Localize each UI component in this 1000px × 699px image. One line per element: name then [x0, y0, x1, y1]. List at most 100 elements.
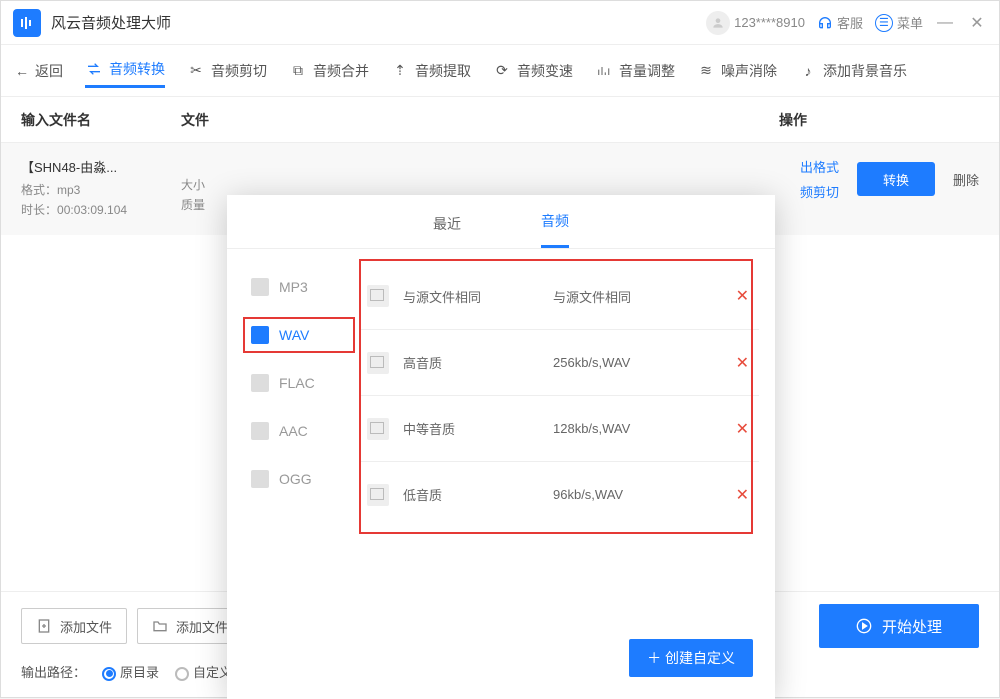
quality-option-same[interactable]: 与源文件相同 与源文件相同 ✕	[361, 263, 759, 329]
arrow-left-icon: ←	[15, 63, 29, 79]
tab-audio-speed[interactable]: ⟳ 音频变速	[493, 55, 573, 87]
tab-label: 噪声消除	[721, 61, 777, 81]
fmt-label: 格式：	[21, 183, 57, 197]
tab-bgm[interactable]: ♪ 添加背景音乐	[799, 55, 907, 87]
menu-icon: ☰	[875, 14, 893, 32]
delete-quality-icon[interactable]: ✕	[736, 353, 749, 373]
merge-icon: ⧉	[289, 62, 307, 80]
size-label: 大小	[181, 175, 241, 195]
fmt-label: WAV	[279, 327, 309, 343]
create-label: 创建自定义	[665, 650, 735, 666]
quality-spec: 与源文件相同	[553, 287, 683, 306]
output-path-label: 输出路径：	[21, 662, 86, 681]
quality-spec: 96kb/s,WAV	[553, 487, 683, 502]
quality-spec: 128kb/s,WAV	[553, 421, 683, 436]
format-sidebar: MP3 WAV FLAC AAC OGG	[227, 249, 355, 699]
file-icon	[367, 418, 389, 440]
fmt-ogg[interactable]: OGG	[227, 455, 355, 503]
tab-audio-cut[interactable]: ✂ 音频剪切	[187, 55, 267, 87]
quality-spec: 256kb/s,WAV	[553, 355, 683, 370]
start-process-button[interactable]: 开始处理	[819, 604, 979, 648]
tab-audio-merge[interactable]: ⧉ 音频合并	[289, 55, 369, 87]
output-format-link[interactable]: 出格式	[800, 157, 839, 176]
th-file: 文件	[181, 110, 341, 130]
delete-quality-icon[interactable]: ✕	[736, 286, 749, 306]
convert-icon	[85, 60, 103, 78]
file-duration: 00:03:09.104	[57, 203, 127, 217]
extract-icon: ⇡	[391, 62, 409, 80]
file-name: 【SHN48-由淼...	[21, 157, 181, 176]
radio-icon	[102, 667, 116, 681]
table-header: 输入文件名 文件 操作	[1, 97, 999, 143]
quality-option-high[interactable]: 高音质 256kb/s,WAV ✕	[361, 329, 759, 395]
radio-custom[interactable]: 自定义	[175, 662, 232, 681]
fmt-wav[interactable]: WAV	[227, 311, 355, 359]
fmt-label: AAC	[279, 423, 308, 439]
dd-tab-recent[interactable]: 最近	[433, 214, 461, 248]
add-file-button[interactable]: 添加文件	[21, 608, 127, 644]
file-format: mp3	[57, 183, 80, 197]
tab-label: 音频剪切	[211, 61, 267, 81]
fmt-label: FLAC	[279, 375, 315, 391]
fmt-mp3[interactable]: MP3	[227, 263, 355, 311]
back-button[interactable]: ← 返回	[15, 55, 63, 87]
service-label: 客服	[837, 13, 863, 32]
file-icon	[367, 484, 389, 506]
menu-label: 菜单	[897, 13, 923, 32]
speed-icon: ⟳	[493, 62, 511, 80]
tab-label: 音量调整	[619, 61, 675, 81]
service-link[interactable]: 客服	[817, 13, 863, 32]
tab-noise[interactable]: ≋ 噪声消除	[697, 55, 777, 87]
th-filename: 输入文件名	[21, 110, 181, 130]
btn-label: 添加文件	[60, 617, 112, 636]
fmt-aac[interactable]: AAC	[227, 407, 355, 455]
wav-icon	[251, 326, 269, 344]
tab-label: 音频变速	[517, 61, 573, 81]
close-button[interactable]: ✕	[967, 13, 987, 33]
volume-icon	[595, 62, 613, 80]
menu-link[interactable]: ☰ 菜单	[875, 13, 923, 32]
titlebar: 风云音频处理大师 123****8910 客服 ☰ 菜单 — ✕	[1, 1, 999, 45]
play-icon	[856, 618, 872, 634]
folder-add-icon	[152, 618, 168, 634]
scissors-icon: ✂	[187, 62, 205, 80]
fmt-label: MP3	[279, 279, 308, 295]
avatar-icon	[706, 11, 730, 35]
flac-icon	[251, 374, 269, 392]
user-account[interactable]: 123****8910	[706, 11, 805, 35]
convert-button[interactable]: 转换	[857, 162, 935, 196]
radio-same-dir[interactable]: 原目录	[102, 662, 159, 681]
minimize-button[interactable]: —	[935, 14, 955, 32]
create-custom-button[interactable]: ＋ 创建自定义	[629, 639, 753, 677]
app-logo	[13, 9, 41, 37]
noise-icon: ≋	[697, 62, 715, 80]
quality-name: 中等音质	[403, 419, 553, 438]
format-dropdown: 最近 音频 MP3 WAV FLAC AAC OGG 与源文件相同 与源文件相同	[227, 195, 775, 699]
tab-audio-convert[interactable]: 音频转换	[85, 53, 165, 88]
fmt-label: OGG	[279, 471, 312, 487]
radio-label: 原目录	[120, 665, 159, 680]
delete-quality-icon[interactable]: ✕	[736, 419, 749, 439]
ogg-icon	[251, 470, 269, 488]
audio-cut-link[interactable]: 频剪切	[800, 182, 839, 201]
music-icon: ♪	[799, 62, 817, 80]
dur-label: 时长：	[21, 203, 57, 217]
app-title: 风云音频处理大师	[51, 12, 171, 33]
quality-option-medium[interactable]: 中等音质 128kb/s,WAV ✕	[361, 395, 759, 461]
quality-option-low[interactable]: 低音质 96kb/s,WAV ✕	[361, 461, 759, 527]
tab-label: 添加背景音乐	[823, 61, 907, 81]
btn-label: 开始处理	[882, 616, 942, 637]
tab-audio-extract[interactable]: ⇡ 音频提取	[391, 55, 471, 87]
file-icon	[367, 285, 389, 307]
tab-volume[interactable]: 音量调整	[595, 55, 675, 87]
dd-tab-audio[interactable]: 音频	[541, 211, 569, 248]
delete-quality-icon[interactable]: ✕	[736, 485, 749, 505]
back-label: 返回	[35, 61, 63, 81]
delete-link[interactable]: 删除	[953, 170, 979, 189]
file-icon	[367, 352, 389, 374]
quality-name: 低音质	[403, 485, 553, 504]
headset-icon	[817, 15, 833, 31]
fmt-flac[interactable]: FLAC	[227, 359, 355, 407]
toolbar: ← 返回 音频转换 ✂ 音频剪切 ⧉ 音频合并 ⇡ 音频提取 ⟳ 音频变速 音量…	[1, 45, 999, 97]
tab-label: 音频提取	[415, 61, 471, 81]
